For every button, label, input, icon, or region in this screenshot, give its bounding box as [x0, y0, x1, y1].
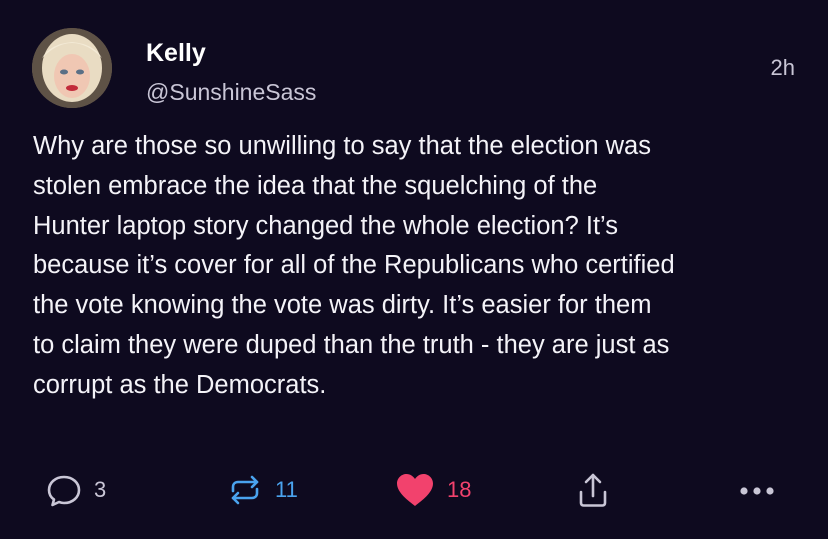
more-options-button[interactable]	[737, 468, 779, 512]
like-count: 18	[447, 477, 472, 502]
more-dots-icon	[740, 487, 774, 495]
reply-bubble-icon	[47, 475, 81, 507]
share-button[interactable]	[575, 468, 611, 512]
like-button[interactable]: 18	[393, 468, 471, 512]
heart-icon	[397, 474, 433, 506]
share-icon	[579, 473, 607, 507]
reply-count: 3	[94, 477, 107, 502]
display-name[interactable]: Kelly	[146, 38, 206, 68]
post-actions: 3 11 18	[0, 468, 828, 512]
repost-arrows-icon	[231, 475, 259, 505]
avatar[interactable]	[32, 28, 112, 108]
avatar-image	[32, 28, 112, 108]
user-handle[interactable]: @SunshineSass	[146, 78, 316, 106]
post-timestamp: 2h	[770, 55, 795, 80]
reply-button[interactable]: 3	[44, 468, 106, 512]
repost-count: 11	[275, 477, 298, 502]
post-card: Kelly @SunshineSass 2h Why are those so …	[0, 0, 828, 539]
repost-button[interactable]: 11	[225, 468, 298, 512]
post-text: Why are those so unwilling to say that t…	[33, 132, 675, 399]
